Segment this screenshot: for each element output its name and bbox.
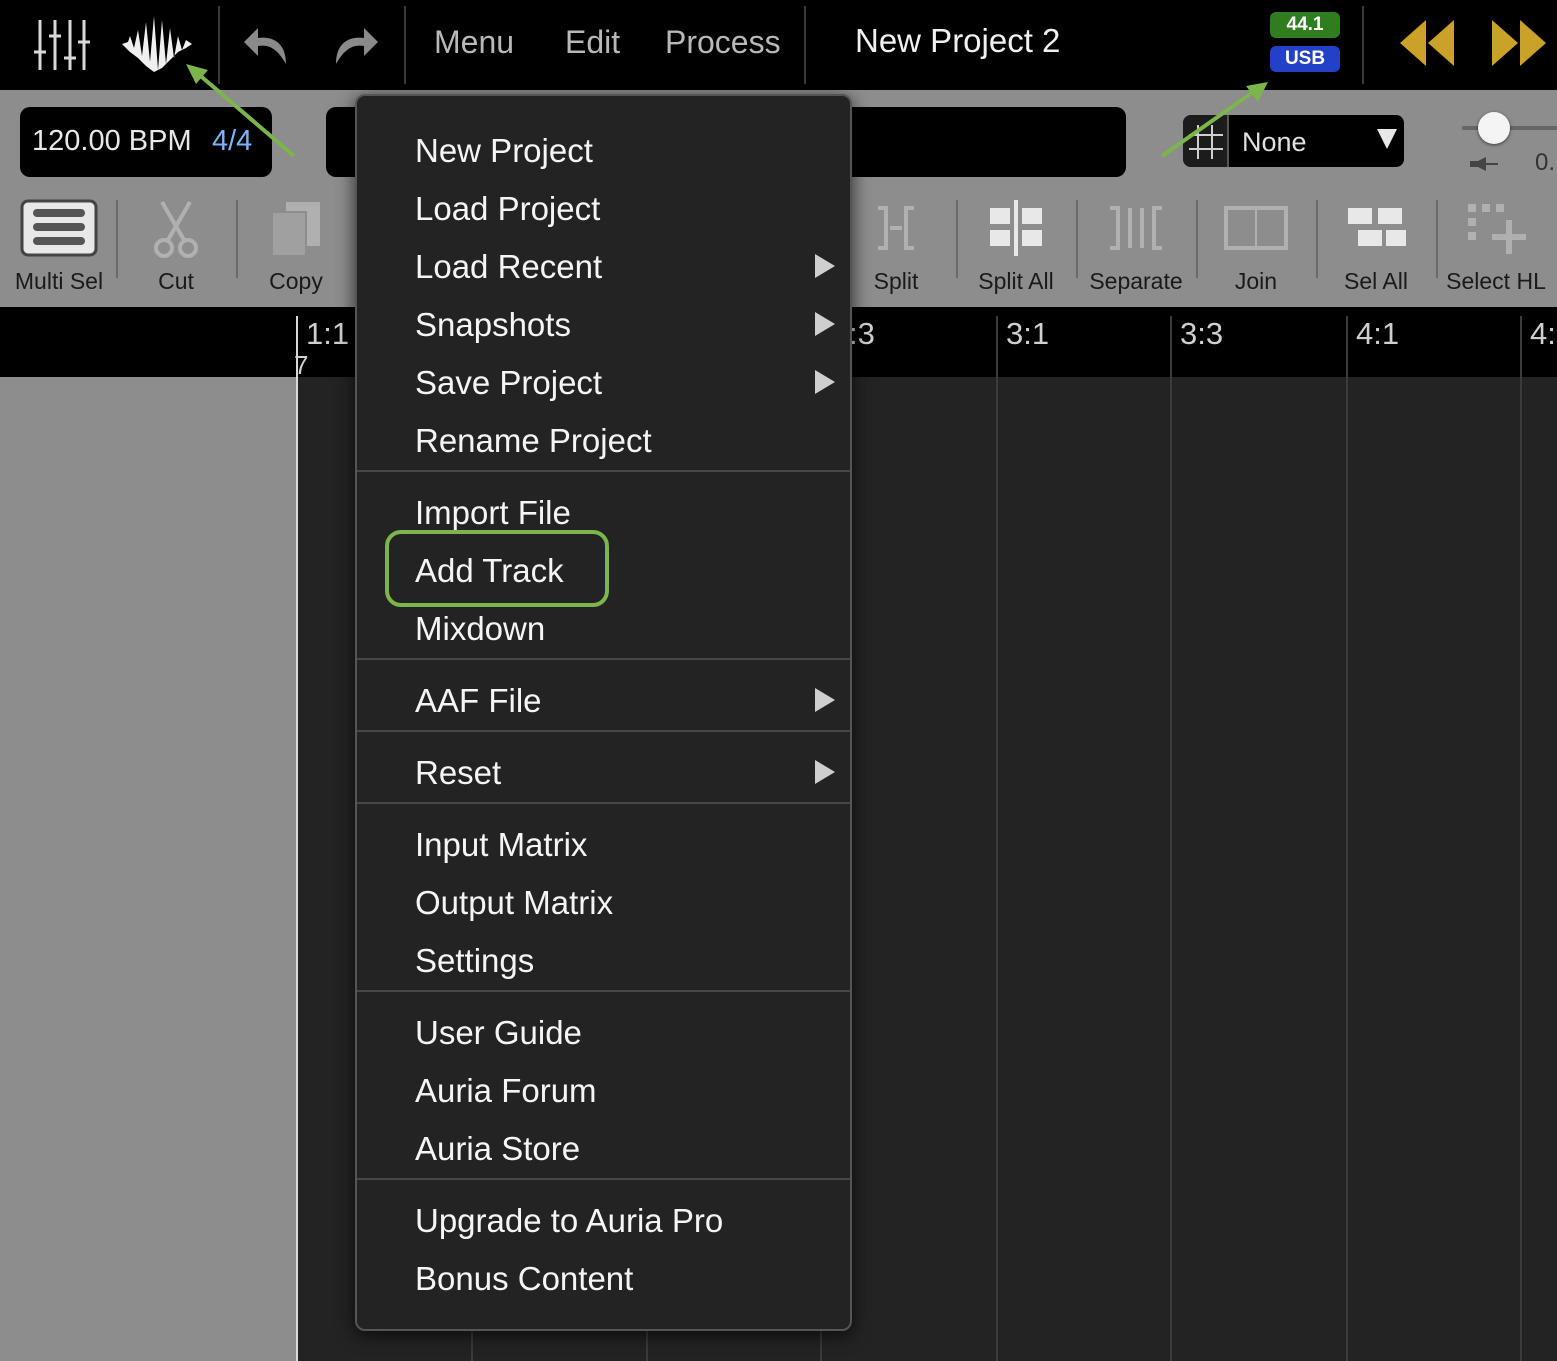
menu-item-output-matrix[interactable]: Output Matrix xyxy=(415,884,613,922)
menu-divider xyxy=(357,658,850,660)
copy-button[interactable]: Copy xyxy=(237,190,355,302)
menu-divider xyxy=(357,470,850,472)
main-menu-dropdown: New Project Load Project Load Recent Sna… xyxy=(355,94,852,1331)
split-all-icon xyxy=(990,200,1042,256)
menu-item-save-project[interactable]: Save Project xyxy=(415,364,602,402)
tool-label: Cut xyxy=(158,268,194,294)
menu-item-snapshots[interactable]: Snapshots xyxy=(415,306,571,344)
ruler-mark: 4:1 xyxy=(1356,316,1400,351)
sample-rate-badge: 44.1 xyxy=(1270,12,1340,38)
speaker-icon xyxy=(1470,157,1498,171)
tool-label: Sel All xyxy=(1344,268,1408,294)
mixer-icon[interactable] xyxy=(34,18,90,72)
menu-divider xyxy=(357,802,850,804)
tool-label: Multi Sel xyxy=(14,268,104,294)
submenu-arrow-icon xyxy=(815,254,835,278)
usb-badge[interactable]: USB xyxy=(1270,46,1340,72)
fast-forward-icon[interactable] xyxy=(1490,18,1548,68)
split-icon xyxy=(878,206,914,250)
menu-item-settings[interactable]: Settings xyxy=(415,942,534,980)
project-title: New Project 2 xyxy=(855,22,1061,59)
join-button[interactable]: Join xyxy=(1197,190,1315,302)
menu-divider xyxy=(357,1178,850,1180)
multi-sel-button[interactable]: Multi Sel xyxy=(0,190,118,302)
menu-item-auria-store[interactable]: Auria Store xyxy=(415,1130,580,1168)
select-highlight-icon xyxy=(1468,204,1526,254)
submenu-arrow-icon xyxy=(815,370,835,394)
track-list-panel xyxy=(0,377,296,1361)
submenu-arrow-icon xyxy=(815,760,835,784)
menu-divider xyxy=(357,730,850,732)
slider-value: 0. xyxy=(1535,149,1556,176)
ruler-mark: 3:3 xyxy=(1180,316,1224,351)
menu-item-load-recent[interactable]: Load Recent xyxy=(415,248,602,286)
split-all-button[interactable]: Split All xyxy=(957,190,1075,302)
edit-button[interactable]: Edit xyxy=(565,24,620,61)
menu-item-auria-forum[interactable]: Auria Forum xyxy=(415,1072,597,1110)
select-hl-button[interactable]: Select HL xyxy=(1437,190,1555,302)
multi-select-icon xyxy=(20,199,98,257)
playhead[interactable] xyxy=(296,316,298,1361)
separate-button[interactable]: Separate xyxy=(1077,190,1195,302)
ruler-mark: :3 xyxy=(849,316,875,351)
menu-item-new-project[interactable]: New Project xyxy=(415,132,593,170)
menu-item-upgrade[interactable]: Upgrade to Auria Pro xyxy=(415,1202,723,1240)
scissors-icon xyxy=(154,200,198,258)
menu-item-mixdown[interactable]: Mixdown xyxy=(415,610,545,648)
menu-button[interactable]: Menu xyxy=(434,24,514,61)
menu-item-reset[interactable]: Reset xyxy=(415,754,501,792)
bpm-value: 120.00 BPM xyxy=(32,125,192,157)
tool-label: Copy xyxy=(269,268,323,294)
menu-divider xyxy=(357,990,850,992)
join-icon xyxy=(1224,206,1288,250)
menu-item-rename-project[interactable]: Rename Project xyxy=(415,422,652,460)
menu-item-load-project[interactable]: Load Project xyxy=(415,190,600,228)
menu-item-bonus-content[interactable]: Bonus Content xyxy=(415,1260,633,1298)
menu-item-import-file[interactable]: Import File xyxy=(415,494,571,532)
annotation-arrow-icon xyxy=(1160,82,1268,158)
tool-label: Join xyxy=(1234,268,1278,294)
annotation-arrow-icon xyxy=(186,64,296,158)
ruler-mark: 1:1 xyxy=(306,316,350,351)
tool-label: Split xyxy=(873,268,919,294)
tool-label: Split All xyxy=(978,268,1054,294)
redo-icon[interactable] xyxy=(330,24,380,68)
split-button[interactable]: Split xyxy=(837,190,955,302)
menu-item-input-matrix[interactable]: Input Matrix xyxy=(415,826,587,864)
process-button[interactable]: Process xyxy=(665,24,781,61)
menu-item-aaf-file[interactable]: AAF File xyxy=(415,682,542,720)
ruler-mark: 4: xyxy=(1530,316,1556,351)
submenu-arrow-icon xyxy=(815,688,835,712)
select-all-icon xyxy=(1348,208,1406,246)
add-track-highlight xyxy=(385,530,609,607)
zoom-slider-handle[interactable] xyxy=(1478,112,1510,144)
submenu-arrow-icon xyxy=(815,312,835,336)
cut-button[interactable]: Cut xyxy=(117,190,235,302)
separate-icon xyxy=(1110,206,1162,250)
chevron-down-icon xyxy=(1377,129,1397,149)
sel-all-button[interactable]: Sel All xyxy=(1317,190,1435,302)
ruler-mark: 3:1 xyxy=(1006,316,1050,351)
tool-label: Select HL xyxy=(1446,268,1546,294)
tool-label: Separate xyxy=(1089,268,1183,294)
copy-icon xyxy=(271,202,320,257)
rewind-icon[interactable] xyxy=(1398,18,1456,68)
menu-item-user-guide[interactable]: User Guide xyxy=(415,1014,582,1052)
